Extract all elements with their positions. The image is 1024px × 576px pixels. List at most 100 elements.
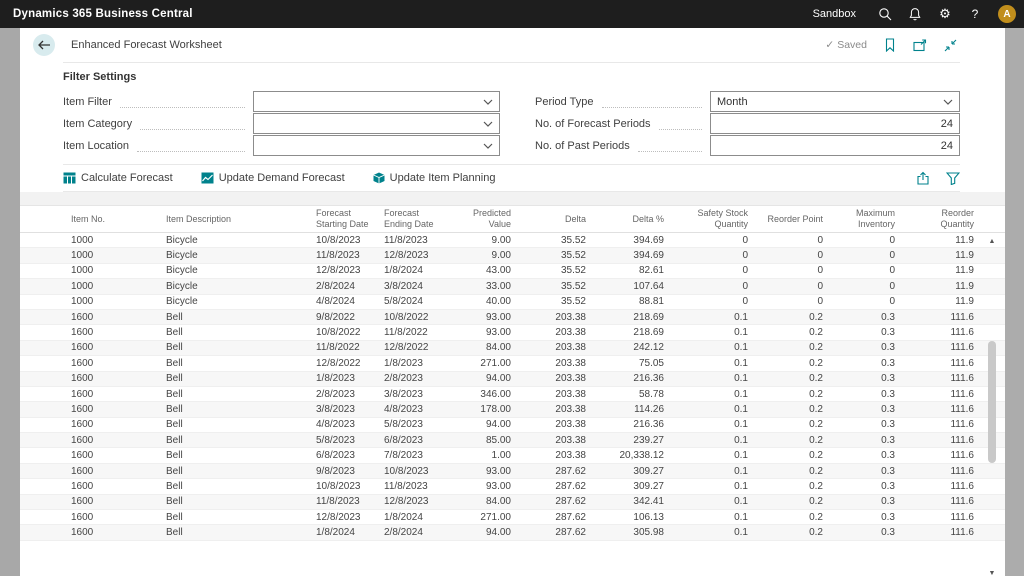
table-cell[interactable]: 11.9 bbox=[901, 296, 980, 307]
table-cell[interactable]: 0.2 bbox=[754, 481, 829, 492]
table-cell[interactable]: 1600 bbox=[65, 342, 160, 353]
action-calculate-forecast[interactable]: Calculate Forecast bbox=[63, 172, 173, 184]
action-update-demand-forecast[interactable]: Update Demand Forecast bbox=[201, 172, 345, 184]
table-cell[interactable]: 84.00 bbox=[448, 496, 517, 507]
table-cell[interactable]: 394.69 bbox=[592, 235, 670, 246]
table-cell[interactable]: 111.6 bbox=[901, 466, 980, 477]
table-cell[interactable]: 287.62 bbox=[517, 512, 592, 523]
table-cell[interactable]: Bell bbox=[160, 450, 310, 461]
table-cell[interactable]: 111.6 bbox=[901, 450, 980, 461]
table-cell[interactable]: 0.1 bbox=[670, 450, 754, 461]
bookmark-icon[interactable] bbox=[884, 38, 896, 52]
table-cell[interactable]: Bell bbox=[160, 496, 310, 507]
table-cell[interactable]: 1600 bbox=[65, 481, 160, 492]
table-cell[interactable]: 0.3 bbox=[829, 419, 901, 430]
table-cell[interactable]: 1600 bbox=[65, 358, 160, 369]
table-cell[interactable]: 11/8/2022 bbox=[378, 327, 448, 338]
table-cell[interactable]: 0.2 bbox=[754, 512, 829, 523]
table-cell[interactable]: 1600 bbox=[65, 312, 160, 323]
table-cell[interactable]: 0 bbox=[670, 265, 754, 276]
table-cell[interactable]: 1600 bbox=[65, 496, 160, 507]
table-cell[interactable]: Bell bbox=[160, 373, 310, 384]
table-cell[interactable]: 0.1 bbox=[670, 373, 754, 384]
table-cell[interactable]: 203.38 bbox=[517, 435, 592, 446]
table-cell[interactable]: 106.13 bbox=[592, 512, 670, 523]
table-cell[interactable]: 0.1 bbox=[670, 435, 754, 446]
table-cell[interactable]: 93.00 bbox=[448, 312, 517, 323]
table-cell[interactable]: 0.3 bbox=[829, 358, 901, 369]
column-header-delta[interactable]: Delta % bbox=[592, 214, 670, 225]
table-cell[interactable]: 216.36 bbox=[592, 419, 670, 430]
table-cell[interactable]: 1600 bbox=[65, 512, 160, 523]
action-update-item-planning[interactable]: Update Item Planning bbox=[372, 172, 495, 184]
table-cell[interactable]: 10/8/2023 bbox=[310, 481, 378, 492]
vertical-scrollbar[interactable]: ▲ ▼ bbox=[985, 237, 999, 576]
table-cell[interactable]: Bell bbox=[160, 327, 310, 338]
table-cell[interactable]: 1000 bbox=[65, 250, 160, 261]
table-cell[interactable]: 1600 bbox=[65, 466, 160, 477]
table-cell[interactable]: 94.00 bbox=[448, 419, 517, 430]
table-cell[interactable]: 1000 bbox=[65, 235, 160, 246]
table-cell[interactable]: 9/8/2023 bbox=[310, 466, 378, 477]
table-cell[interactable]: 10/8/2022 bbox=[310, 327, 378, 338]
table-cell[interactable]: 287.62 bbox=[517, 527, 592, 538]
settings-gear-icon[interactable]: ⚙ bbox=[930, 0, 960, 28]
table-cell[interactable]: 1600 bbox=[65, 527, 160, 538]
table-cell[interactable]: 111.6 bbox=[901, 389, 980, 400]
table-cell[interactable]: 203.38 bbox=[517, 358, 592, 369]
table-cell[interactable]: 11.9 bbox=[901, 250, 980, 261]
table-cell[interactable]: 394.69 bbox=[592, 250, 670, 261]
table-cell[interactable]: 35.52 bbox=[517, 296, 592, 307]
no-of-past-periods-input[interactable]: 24 bbox=[710, 135, 960, 156]
table-cell[interactable]: 271.00 bbox=[448, 512, 517, 523]
table-cell[interactable]: Bell bbox=[160, 389, 310, 400]
table-cell[interactable]: 0.3 bbox=[829, 496, 901, 507]
table-cell[interactable]: 85.00 bbox=[448, 435, 517, 446]
table-cell[interactable]: 11.9 bbox=[901, 281, 980, 292]
table-cell[interactable]: 0 bbox=[829, 235, 901, 246]
table-cell[interactable]: 84.00 bbox=[448, 342, 517, 353]
table-cell[interactable]: 4/8/2023 bbox=[378, 404, 448, 415]
table-cell[interactable]: 12/8/2023 bbox=[378, 496, 448, 507]
table-cell[interactable]: 0 bbox=[754, 296, 829, 307]
table-cell[interactable]: 239.27 bbox=[592, 435, 670, 446]
table-cell[interactable]: 12/8/2023 bbox=[378, 250, 448, 261]
table-cell[interactable]: 12/8/2022 bbox=[310, 358, 378, 369]
table-cell[interactable]: 111.6 bbox=[901, 481, 980, 492]
table-cell[interactable]: 218.69 bbox=[592, 312, 670, 323]
table-cell[interactable]: 0.1 bbox=[670, 481, 754, 492]
table-cell[interactable]: 12/8/2023 bbox=[310, 265, 378, 276]
table-cell[interactable]: 2/8/2023 bbox=[310, 389, 378, 400]
table-cell[interactable]: 2/8/2023 bbox=[378, 373, 448, 384]
table-cell[interactable]: 0.2 bbox=[754, 435, 829, 446]
table-cell[interactable]: 4/8/2023 bbox=[310, 419, 378, 430]
table-cell[interactable]: 305.98 bbox=[592, 527, 670, 538]
table-cell[interactable]: 0 bbox=[829, 250, 901, 261]
table-cell[interactable]: 6/8/2023 bbox=[378, 435, 448, 446]
table-cell[interactable]: Bell bbox=[160, 466, 310, 477]
table-cell[interactable]: 5/8/2024 bbox=[378, 296, 448, 307]
table-cell[interactable]: 10/8/2022 bbox=[378, 312, 448, 323]
table-cell[interactable]: 111.6 bbox=[901, 419, 980, 430]
table-cell[interactable]: 0 bbox=[754, 265, 829, 276]
table-cell[interactable]: 203.38 bbox=[517, 342, 592, 353]
no-of-forecast-periods-input[interactable]: 24 bbox=[710, 113, 960, 134]
table-cell[interactable]: 0.2 bbox=[754, 527, 829, 538]
table-cell[interactable]: 11/8/2023 bbox=[310, 496, 378, 507]
table-cell[interactable]: 203.38 bbox=[517, 373, 592, 384]
table-cell[interactable]: 178.00 bbox=[448, 404, 517, 415]
table-cell[interactable]: 114.26 bbox=[592, 404, 670, 415]
table-cell[interactable]: 271.00 bbox=[448, 358, 517, 369]
table-cell[interactable]: 0.3 bbox=[829, 512, 901, 523]
table-cell[interactable]: 111.6 bbox=[901, 435, 980, 446]
table-cell[interactable]: 203.38 bbox=[517, 312, 592, 323]
scroll-thumb[interactable] bbox=[988, 341, 996, 463]
item-filter-select[interactable] bbox=[253, 91, 500, 112]
table-cell[interactable]: 88.81 bbox=[592, 296, 670, 307]
table-cell[interactable]: 3/8/2023 bbox=[310, 404, 378, 415]
table-cell[interactable]: 0 bbox=[670, 296, 754, 307]
table-cell[interactable]: 0.1 bbox=[670, 358, 754, 369]
table-cell[interactable]: 0.1 bbox=[670, 496, 754, 507]
table-cell[interactable]: 11/8/2022 bbox=[310, 342, 378, 353]
table-cell[interactable]: Bell bbox=[160, 435, 310, 446]
